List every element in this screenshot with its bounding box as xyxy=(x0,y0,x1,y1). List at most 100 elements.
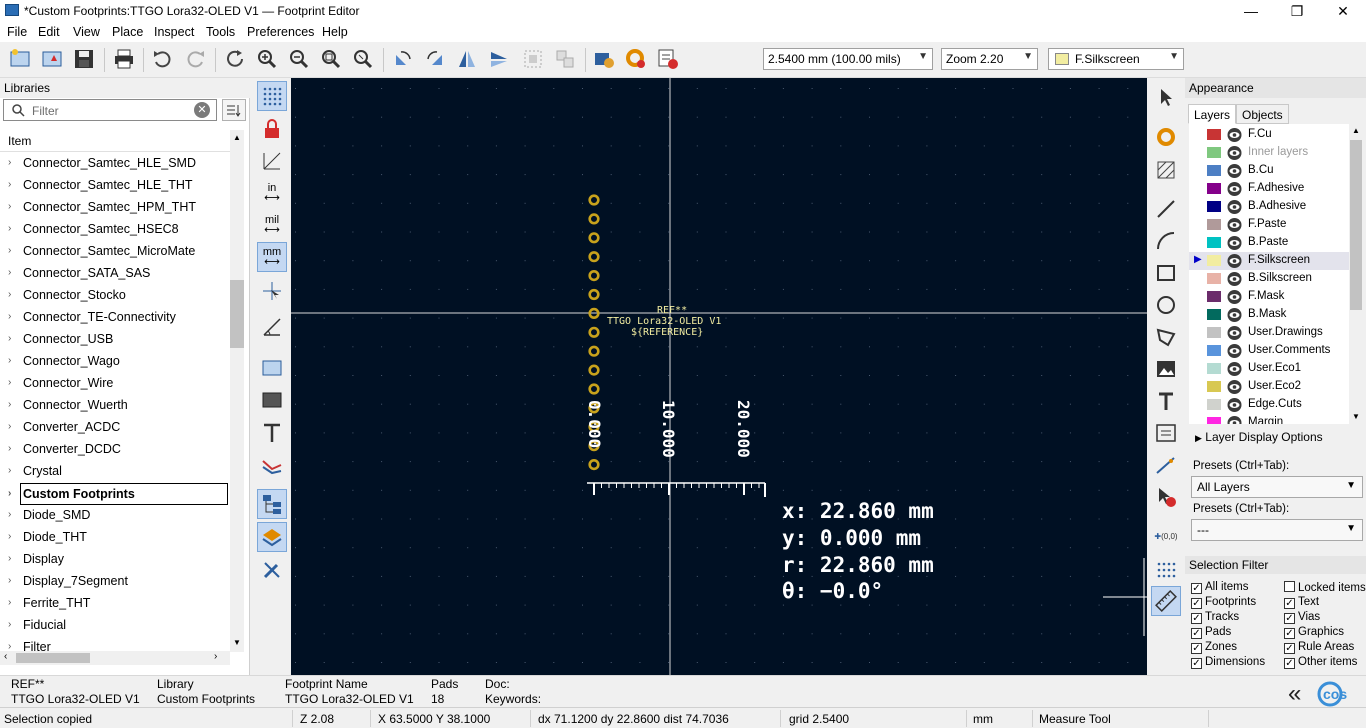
layer-row[interactable]: Edge.Cuts xyxy=(1189,396,1349,414)
grid-dots-icon[interactable] xyxy=(1151,555,1181,585)
add-zone-icon[interactable] xyxy=(1151,155,1181,185)
text-sketch-mode-icon[interactable] xyxy=(257,418,287,448)
eye-icon[interactable] xyxy=(1227,164,1242,178)
layer-row[interactable]: F.Cu xyxy=(1189,126,1349,144)
checkbox-icon[interactable]: ✓ xyxy=(1191,658,1202,669)
minimize-button[interactable]: — xyxy=(1228,0,1274,22)
layer-color-swatch[interactable] xyxy=(1207,381,1221,392)
layer-display-options-toggle[interactable]: ▶ Layer Display Options xyxy=(1195,430,1323,444)
selection-filter-checkbox[interactable]: ✓ Tracks xyxy=(1191,611,1239,624)
chevron-right-icon[interactable]: › xyxy=(8,355,11,366)
layer-row[interactable]: User.Eco2 xyxy=(1189,378,1349,396)
graphics-sketch-mode-icon[interactable] xyxy=(257,385,287,415)
inches-units-icon[interactable]: in ⟷ xyxy=(257,178,287,208)
draw-arc-icon[interactable] xyxy=(1151,226,1181,256)
eye-icon[interactable] xyxy=(1227,326,1242,340)
pad-sketch-mode-icon[interactable] xyxy=(257,353,287,383)
layer-row[interactable]: Inner layers xyxy=(1189,144,1349,162)
chevron-right-icon[interactable]: › xyxy=(8,223,11,234)
menu-place[interactable]: Place xyxy=(112,25,143,39)
tools-wrench-icon[interactable] xyxy=(257,555,287,585)
chevron-right-icon[interactable]: › xyxy=(8,201,11,212)
eye-icon[interactable] xyxy=(1227,308,1242,322)
selection-filter-checkbox[interactable]: ✓ Footprints xyxy=(1191,596,1256,609)
selection-filter-checkbox[interactable]: ✓ Other items xyxy=(1284,656,1357,669)
chevron-right-icon[interactable]: › xyxy=(8,179,11,190)
selection-filter-checkbox[interactable]: ✓ Pads xyxy=(1191,626,1231,639)
save-icon[interactable] xyxy=(70,45,98,73)
show-footprint-tree-icon[interactable] xyxy=(257,489,287,519)
mirror-vertical-icon[interactable] xyxy=(485,45,513,73)
footprint-canvas[interactable]: REF** TTGO Lora32-OLED V1 ${REFERENCE} 0… xyxy=(291,78,1147,675)
library-item[interactable]: › Connector_Wago xyxy=(0,351,232,373)
selection-filter-checkbox[interactable]: ✓ Dimensions xyxy=(1191,656,1265,669)
library-item[interactable]: › Display_7Segment xyxy=(0,571,232,593)
eye-icon[interactable] xyxy=(1227,272,1242,286)
chevron-right-icon[interactable]: › xyxy=(8,619,11,630)
layer-row[interactable]: B.Paste xyxy=(1189,234,1349,252)
chevron-right-icon[interactable]: › xyxy=(8,377,11,388)
selection-filter-checkbox[interactable]: ✓ All items xyxy=(1191,581,1248,594)
draw-circle-icon[interactable] xyxy=(1151,290,1181,320)
library-hscroll-thumb[interactable] xyxy=(16,653,90,663)
chevron-right-icon[interactable]: › xyxy=(8,289,11,300)
layer-color-swatch[interactable] xyxy=(1207,165,1221,176)
library-item[interactable]: › Connector_SATA_SAS xyxy=(0,263,232,285)
selection-filter-checkbox[interactable]: ✓ Vias xyxy=(1284,611,1320,624)
full-crosshair-icon[interactable] xyxy=(257,276,287,306)
set-anchor-icon[interactable] xyxy=(1151,450,1181,480)
eye-icon[interactable] xyxy=(1227,290,1242,304)
layer-row[interactable]: ▶ F.Silkscreen xyxy=(1189,252,1349,270)
eye-icon[interactable] xyxy=(1227,146,1242,160)
checkbox-icon[interactable]: ✓ xyxy=(1284,628,1295,639)
angle-snap-icon[interactable] xyxy=(257,312,287,342)
item-column-header[interactable]: Item xyxy=(0,130,232,152)
library-item[interactable]: › Converter_ACDC xyxy=(0,417,232,439)
zoom-in-icon[interactable] xyxy=(253,45,281,73)
layer-color-swatch[interactable] xyxy=(1207,363,1221,374)
pad-properties-icon[interactable] xyxy=(622,45,650,73)
layer-row[interactable]: B.Silkscreen xyxy=(1189,270,1349,288)
eye-icon[interactable] xyxy=(1227,344,1242,358)
polar-coordinates-icon[interactable] xyxy=(257,146,287,176)
zoom-fit-icon[interactable] xyxy=(317,45,345,73)
eye-icon[interactable] xyxy=(1227,128,1242,142)
highlight-tracks-icon[interactable] xyxy=(257,450,287,480)
layer-presets-select[interactable]: All Layers ▼ xyxy=(1191,476,1363,498)
redo-icon[interactable] xyxy=(182,45,210,73)
menu-edit[interactable]: Edit xyxy=(38,25,60,39)
group-icon[interactable] xyxy=(519,45,547,73)
checkbox-icon[interactable]: ✓ xyxy=(1284,643,1295,654)
checkbox-icon[interactable] xyxy=(1284,581,1295,592)
mm-units-icon[interactable]: mm ⟷ xyxy=(257,242,287,272)
selection-filter-checkbox[interactable]: ✓ Text xyxy=(1284,596,1319,609)
layer-row[interactable]: User.Drawings xyxy=(1189,324,1349,342)
tab-layers[interactable]: Layers xyxy=(1188,104,1237,124)
layer-color-swatch[interactable] xyxy=(1207,417,1221,424)
grid-toggle-icon[interactable] xyxy=(257,81,287,111)
library-item[interactable]: › Filter xyxy=(0,637,232,651)
checkbox-icon[interactable]: ✓ xyxy=(1284,658,1295,669)
chevron-right-icon[interactable]: › xyxy=(8,465,11,476)
scroll-left-icon[interactable]: ‹ xyxy=(4,651,7,662)
maximize-button[interactable]: ❐ xyxy=(1274,0,1320,22)
create-footprint-wizard-icon[interactable] xyxy=(38,45,66,73)
close-button[interactable]: ✕ xyxy=(1320,0,1366,22)
menu-help[interactable]: Help xyxy=(322,25,348,39)
selection-filter-checkbox[interactable]: ✓ Zones xyxy=(1191,641,1237,654)
chevron-right-icon[interactable]: › xyxy=(8,443,11,454)
library-item[interactable]: › Fiducial xyxy=(0,615,232,637)
layer-color-swatch[interactable] xyxy=(1207,183,1221,194)
eye-icon[interactable] xyxy=(1227,236,1242,250)
eye-icon[interactable] xyxy=(1227,398,1242,412)
checkbox-icon[interactable]: ✓ xyxy=(1191,613,1202,624)
eye-icon[interactable] xyxy=(1227,380,1242,394)
library-item[interactable]: › Connector_Stocko xyxy=(0,285,232,307)
measure-tool-icon[interactable] xyxy=(1151,586,1181,616)
checkbox-icon[interactable]: ✓ xyxy=(1191,643,1202,654)
chevron-right-icon[interactable]: › xyxy=(8,311,11,322)
selection-filter-checkbox[interactable]: ✓ Rule Areas xyxy=(1284,641,1354,654)
clear-filter-icon[interactable]: ✕ xyxy=(194,102,210,118)
library-item[interactable]: › Connector_Samtec_HLE_SMD xyxy=(0,153,232,175)
draw-polygon-icon[interactable] xyxy=(1151,322,1181,352)
